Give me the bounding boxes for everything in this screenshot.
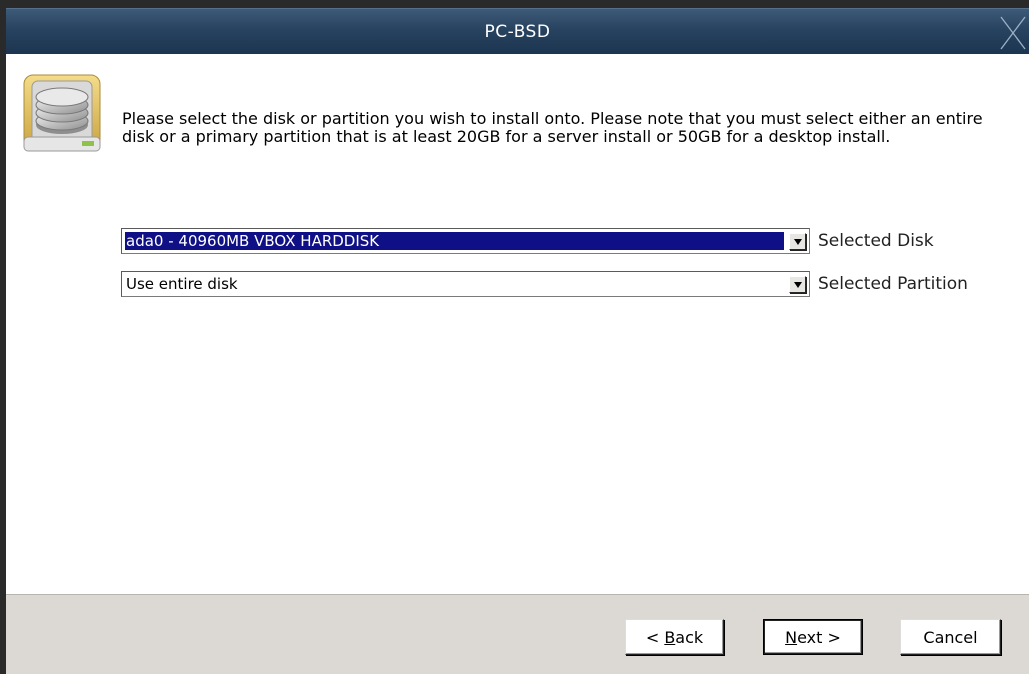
instructions-text: Please select the disk or partition you … <box>122 109 983 146</box>
back-label-prefix: < <box>645 627 665 647</box>
disk-select[interactable]: ada0 - 40960MB VBOX HARDDISK <box>121 228 810 254</box>
back-mnemonic: B <box>664 627 676 647</box>
disk-select-value: ada0 - 40960MB VBOX HARDDISK <box>125 232 784 250</box>
next-mnemonic: N <box>785 627 798 647</box>
back-button[interactable]: < Back <box>625 619 724 655</box>
close-icon[interactable] <box>995 13 1029 53</box>
hard-disk-icon <box>23 74 101 152</box>
disk-select-label: Selected Disk <box>818 231 934 251</box>
button-bar: < Back Next > Cancel <box>6 594 1029 674</box>
partition-select-label: Selected Partition <box>818 274 968 294</box>
cancel-button[interactable]: Cancel <box>900 619 1001 655</box>
back-label-rest: ack <box>675 627 704 647</box>
partition-select-value: Use entire disk <box>126 275 238 293</box>
chevron-down-icon[interactable] <box>789 276 806 293</box>
window-title: PC-BSD <box>484 22 551 42</box>
partition-select[interactable]: Use entire disk <box>121 271 810 297</box>
chevron-down-icon[interactable] <box>789 233 806 250</box>
next-label-rest: ext > <box>797 627 841 647</box>
title-bar[interactable]: PC-BSD <box>6 8 1029 54</box>
installer-window: Please select the disk or partition you … <box>6 54 1029 674</box>
next-button[interactable]: Next > <box>763 619 863 655</box>
